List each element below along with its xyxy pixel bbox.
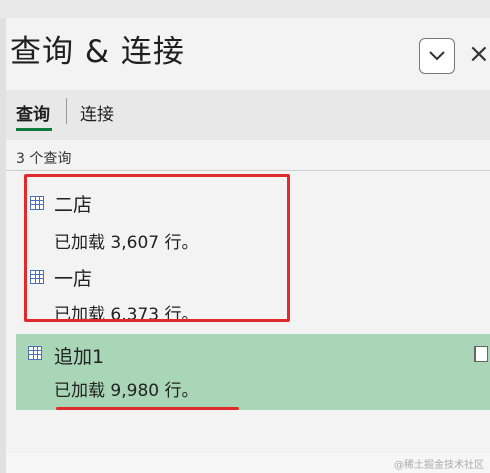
annotation-underline (56, 407, 239, 410)
annotation-box (24, 174, 290, 322)
query-status: 已加载 9,980 行。 (54, 381, 199, 401)
tab-connections[interactable]: 连接 (80, 100, 114, 125)
watermark: @稀土掘金技术社区 (394, 460, 484, 471)
tab-queries[interactable]: 查询 (16, 100, 50, 125)
tab-divider (66, 98, 67, 124)
table-icon (28, 346, 42, 360)
chevron-down-icon (429, 51, 445, 61)
active-tab-indicator (16, 128, 52, 131)
collapse-pane-button[interactable] (419, 38, 455, 74)
close-icon[interactable]: × (468, 36, 490, 72)
top-strip (0, 0, 490, 18)
pane-title: 查询 & 连接 (10, 34, 185, 70)
query-side-icon[interactable] (474, 346, 488, 362)
query-count: 3 个查询 (16, 151, 72, 167)
query-name: 追加1 (54, 346, 105, 368)
divider (6, 170, 490, 171)
query-item-zhuijia1[interactable]: 追加1 已加载 9,980 行。 (6, 342, 490, 402)
tabs-bar (6, 90, 490, 140)
